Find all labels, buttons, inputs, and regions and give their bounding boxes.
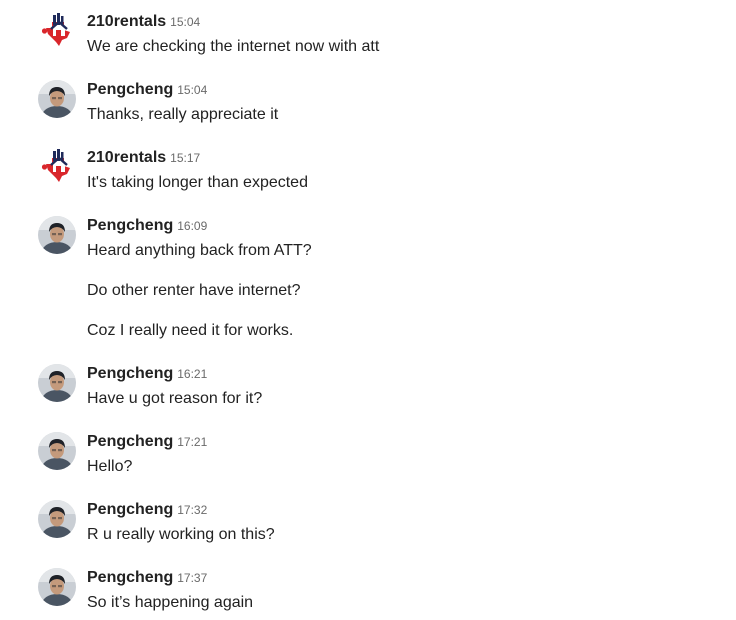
timestamp: 17:21: [177, 435, 208, 449]
user-avatar[interactable]: [38, 500, 76, 538]
rental-logo-icon[interactable]: [38, 12, 76, 50]
message-header: Pengcheng 15:04: [87, 80, 207, 100]
message-header: Pengcheng 16:21: [87, 364, 207, 384]
message-header: Pengcheng 17:32: [87, 500, 207, 520]
message-header: Pengcheng 17:21: [87, 432, 207, 452]
sender-name[interactable]: 210rentals: [87, 149, 166, 166]
message-text: It's taking longer than expected: [87, 174, 308, 191]
message-text: Heard anything back from ATT?: [87, 242, 312, 259]
timestamp: 16:21: [177, 367, 208, 381]
message-text: We are checking the internet now with at…: [87, 38, 380, 55]
message-header: Pengcheng 17:37: [87, 568, 207, 588]
message-header: 210rentals 15:17: [87, 148, 200, 168]
user-avatar[interactable]: [38, 568, 76, 606]
timestamp: 15:17: [170, 151, 201, 165]
message-text: Have u got reason for it?: [87, 390, 263, 407]
sender-name[interactable]: Pengcheng: [87, 217, 173, 234]
sender-name[interactable]: Pengcheng: [87, 433, 173, 450]
user-avatar[interactable]: [38, 364, 76, 402]
message-text: Hello?: [87, 458, 133, 475]
user-avatar[interactable]: [38, 80, 76, 118]
sender-name[interactable]: 210rentals: [87, 13, 166, 30]
message-text: R u really working on this?: [87, 526, 275, 543]
sender-name[interactable]: Pengcheng: [87, 569, 173, 586]
message-text: Thanks, really appreciate it: [87, 106, 279, 123]
rental-logo-icon[interactable]: [38, 148, 76, 186]
sender-name[interactable]: Pengcheng: [87, 501, 173, 518]
user-avatar[interactable]: [38, 432, 76, 470]
message-text: Coz I really need it for works.: [87, 322, 294, 339]
timestamp: 17:37: [177, 571, 208, 585]
message-header: 210rentals 15:04: [87, 12, 200, 32]
sender-name[interactable]: Pengcheng: [87, 365, 173, 382]
message-text: Do other renter have internet?: [87, 282, 301, 299]
timestamp: 16:09: [177, 219, 208, 233]
user-avatar[interactable]: [38, 216, 76, 254]
message-header: Pengcheng 16:09: [87, 216, 207, 236]
timestamp: 17:32: [177, 503, 208, 517]
message-text: So it’s happening again: [87, 594, 254, 611]
timestamp: 15:04: [177, 83, 208, 97]
sender-name[interactable]: Pengcheng: [87, 81, 173, 98]
timestamp: 15:04: [170, 15, 201, 29]
